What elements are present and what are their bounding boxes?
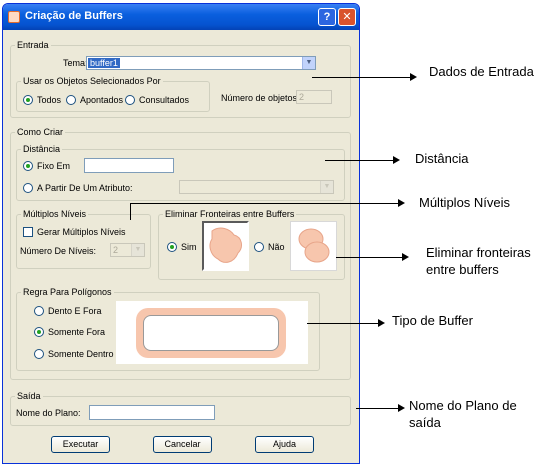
chevron-down-icon: ▼ <box>131 244 144 256</box>
executar-button[interactable]: Executar <box>51 436 110 453</box>
numero-niveis-label: Número De Níveis: <box>20 246 97 256</box>
radio-todos[interactable] <box>23 95 33 105</box>
radio-sim[interactable] <box>167 242 177 252</box>
todos-label: Todos <box>37 95 62 105</box>
apontados-label: Apontados <box>80 95 124 105</box>
dento-fora-label: Dento E Fora <box>48 306 102 316</box>
entrada-legend: Entrada <box>17 40 49 50</box>
nao-label: Não <box>268 242 285 252</box>
arrow-head-dados-entrada <box>410 73 417 81</box>
separate-buffer-icon <box>298 228 330 263</box>
arrow-head-nome <box>398 404 405 412</box>
atributo-select: ▼ <box>179 180 334 194</box>
radio-atributo[interactable] <box>23 183 33 193</box>
arrow-distancia <box>325 160 395 161</box>
chevron-down-icon[interactable]: ▼ <box>302 57 315 69</box>
separate-buffer-preview <box>290 221 337 271</box>
radio-apontados[interactable] <box>66 95 76 105</box>
cancelar-button[interactable]: Cancelar <box>153 436 212 453</box>
title-bar[interactable]: Criação de Buffers ? ✕ <box>3 4 359 30</box>
consultados-label: Consultados <box>139 95 190 105</box>
somente-fora-label: Somente Fora <box>48 327 106 337</box>
atributo-label: A Partir De Um Atributo: <box>37 183 133 193</box>
close-button[interactable]: ✕ <box>338 8 356 26</box>
merged-buffer-icon <box>209 227 242 263</box>
sim-label: Sim <box>181 242 197 252</box>
annotation-eliminar-2: entre buffers <box>426 262 499 277</box>
app-icon <box>8 11 20 23</box>
arrow-tipo <box>307 323 380 324</box>
buffer-type-preview <box>116 301 308 364</box>
annotation-nome-1: Nome do Plano de <box>409 398 517 413</box>
usar-objetos-group: Usar os Objetos Selecionados Por <box>16 76 210 112</box>
num-objetos-label: Número de objetos: <box>221 93 300 103</box>
como-criar-legend: Como Criar <box>17 127 64 137</box>
radio-dento-fora[interactable] <box>34 306 44 316</box>
arrow-multiplos <box>130 203 400 204</box>
radio-consultados[interactable] <box>125 95 135 105</box>
window-title: Criação de Buffers <box>25 10 123 22</box>
arrow-head-multiplos <box>398 199 405 207</box>
gerar-multiplos-checkbox[interactable] <box>23 227 33 237</box>
regra-legend: Regra Para Polígonos <box>23 287 112 297</box>
annotation-nome-2: saída <box>409 415 441 430</box>
arrow-multiplos-stem <box>130 203 131 220</box>
dialog-window: Criação de Buffers ? ✕ Entrada Tema: buf… <box>2 3 360 464</box>
annotation-multiplos: Múltiplos Níveis <box>419 195 511 210</box>
gerar-multiplos-label: Gerar Múltiplos Níveis <box>37 227 126 237</box>
arrow-dados-entrada <box>312 77 412 78</box>
radio-somente-dentro[interactable] <box>34 349 44 359</box>
arrow-eliminar <box>336 257 404 258</box>
annotation-eliminar-1: Eliminar fronteiras <box>426 245 531 260</box>
radio-somente-fora[interactable] <box>34 327 44 337</box>
nome-plano-input[interactable] <box>89 405 215 420</box>
nome-plano-label: Nome do Plano: <box>16 408 81 418</box>
arrow-head-eliminar <box>402 253 409 261</box>
saida-legend: Saída <box>17 391 41 401</box>
chevron-down-icon: ▼ <box>320 181 333 193</box>
fixo-em-label: Fixo Em <box>37 161 71 171</box>
distancia-legend: Distância <box>23 144 61 154</box>
ajuda-button[interactable]: Ajuda <box>255 436 314 453</box>
numero-niveis-value: 2 <box>113 245 119 255</box>
usar-objetos-legend: Usar os Objetos Selecionados Por <box>23 76 161 86</box>
tema-value: buffer1 <box>88 58 120 68</box>
radio-nao[interactable] <box>254 242 264 252</box>
merged-buffer-preview <box>202 221 249 271</box>
numero-niveis-select: 2 ▼ <box>110 243 145 257</box>
help-button[interactable]: ? <box>318 8 336 26</box>
multiplos-legend: Múltiplos Níveis <box>23 209 87 219</box>
fixo-em-input[interactable] <box>84 158 174 173</box>
inner-polygon-shape <box>143 315 279 351</box>
tema-select[interactable]: buffer1 ▼ <box>86 56 316 70</box>
arrow-head-tipo <box>378 319 385 327</box>
eliminar-legend: Eliminar Fronteiras entre Buffers <box>165 209 295 219</box>
annotation-dados-entrada: Dados de Entrada <box>429 64 534 79</box>
num-objetos-field: 2 <box>296 90 332 104</box>
radio-fixo-em[interactable] <box>23 161 33 171</box>
annotation-tipo: Tipo de Buffer <box>392 313 473 328</box>
arrow-nome <box>356 408 400 409</box>
somente-dentro-label: Somente Dentro <box>48 349 114 359</box>
tema-label: Tema: <box>63 58 88 68</box>
arrow-head-distancia <box>393 156 400 164</box>
annotation-distancia: Distância <box>415 151 469 166</box>
